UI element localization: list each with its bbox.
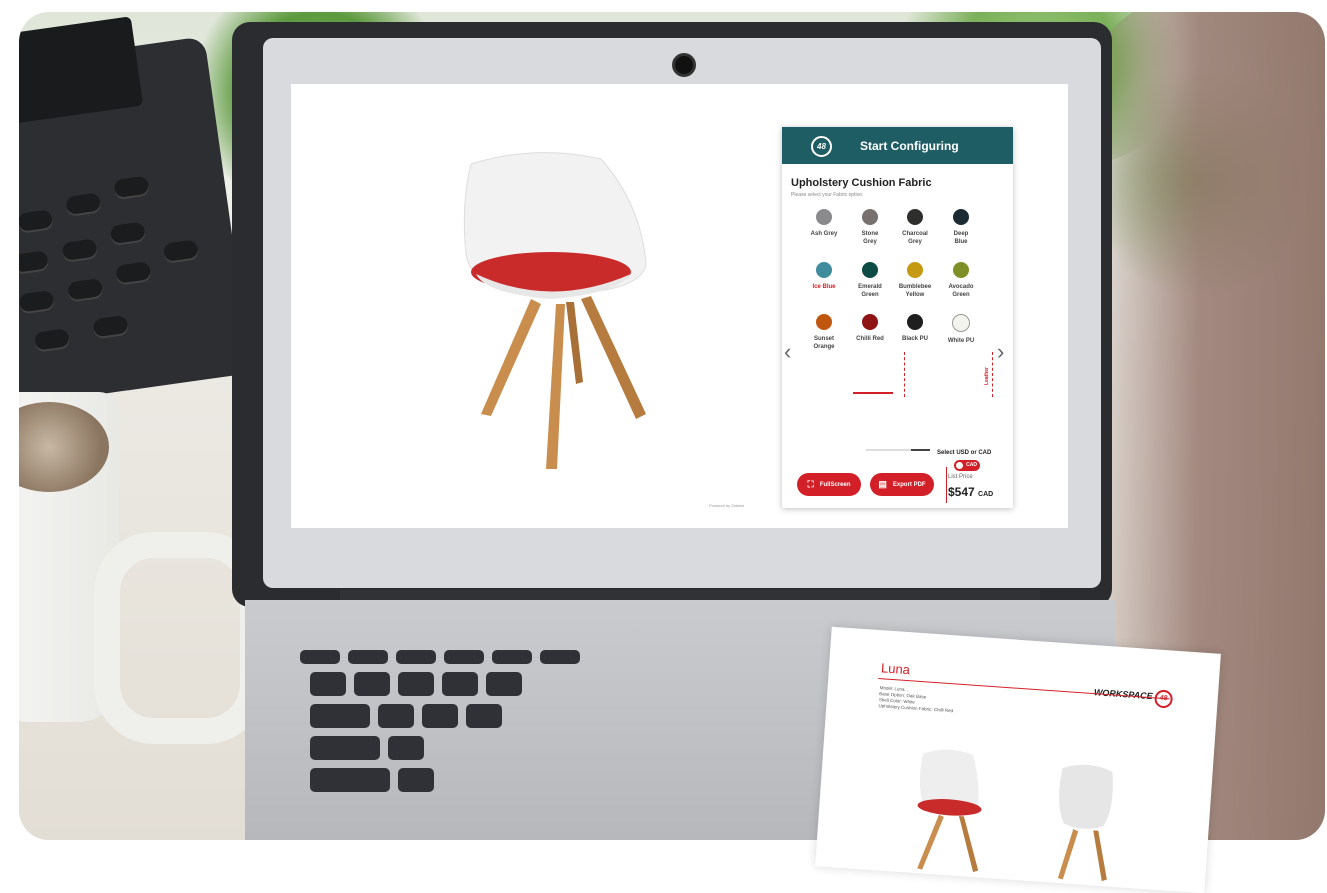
pdf-export-document: Luna WORKSPACE48 Model: Luna... Base Opt… — [815, 626, 1221, 893]
configurator-panel: 48 Start Configuring Upholstery Cushion … — [782, 127, 1013, 508]
swatch-label: Emerald — [858, 284, 882, 290]
swatch-label: Grey — [863, 239, 877, 245]
swatch-color — [907, 262, 923, 278]
fabric-swatch[interactable]: Avocado Green — [939, 262, 983, 299]
swatch-color — [953, 262, 969, 278]
swatch-label: White PU — [947, 338, 975, 344]
currency-label: Select USD or CAD — [937, 450, 992, 456]
swatch-color — [862, 314, 878, 330]
swatch-label: Ice Blue — [812, 284, 836, 290]
swatch-label: Blue — [954, 239, 968, 245]
swatch-color — [816, 209, 832, 225]
powered-by: Powered by Zakeke — [709, 503, 745, 508]
divider — [992, 352, 993, 397]
fabric-swatch[interactable]: Ice Blue — [802, 262, 846, 291]
prev-arrow-icon[interactable]: ‹ — [784, 339, 791, 365]
price-divider — [946, 467, 947, 503]
swatch-label: Bumblebee — [898, 284, 932, 290]
fabric-swatch[interactable]: Emerald Green — [848, 262, 892, 299]
workspace48-logo-icon: 48 — [811, 136, 832, 157]
swatch-color — [862, 262, 878, 278]
swatch-label: Orange — [813, 344, 835, 350]
phone-screen — [19, 16, 144, 125]
fabric-swatch[interactable]: Bumblebee Yellow — [893, 262, 937, 299]
fabric-swatch[interactable]: Deep Blue — [939, 209, 983, 246]
pdf-chair-thumbnail — [917, 749, 982, 873]
currency-toggle[interactable]: CAD — [954, 460, 980, 471]
swatch-label: Stone — [861, 231, 879, 237]
fabric-swatch[interactable]: Chilli Red — [848, 314, 892, 343]
fullscreen-icon: ⛶ — [807, 479, 814, 489]
panel-header: 48 Start Configuring — [782, 127, 1013, 164]
fabric-swatch[interactable]: Ash Grey — [802, 209, 846, 238]
pdf-spec: Upholstery Cushion Fabric: Chilli Red — [878, 703, 954, 714]
fabric-swatch[interactable]: Charcoal Grey — [893, 209, 937, 246]
fabric-swatch[interactable]: White PU — [939, 314, 983, 345]
list-price-label: List Price — [948, 474, 973, 480]
swatch-label: Charcoal — [902, 231, 928, 237]
pdf-title: Luna — [880, 660, 911, 678]
app-screen: Powered by Zakeke 48 Start Configuring U… — [291, 84, 1068, 528]
fabric-swatch[interactable]: Stone Grey — [848, 209, 892, 246]
swatch-label: Grey — [908, 239, 922, 245]
fabric-swatch[interactable]: Sunset Orange — [802, 314, 846, 351]
selected-underline — [853, 392, 893, 394]
keyboard — [300, 650, 900, 840]
swatch-label: Green — [952, 292, 970, 298]
swatch-label: Chilli Red — [856, 336, 884, 342]
swatch-label: Yellow — [905, 292, 925, 298]
leather-label: Leather — [984, 367, 990, 386]
swatch-label: Avocado — [948, 284, 974, 290]
webcam-icon — [672, 53, 696, 77]
swatch-color — [862, 209, 878, 225]
step-progress — [866, 449, 930, 451]
pdf-chair-thumbnail — [1057, 764, 1113, 882]
fullscreen-button[interactable]: ⛶ FullScreen — [797, 473, 861, 496]
swatch-color — [816, 262, 832, 278]
swatch-label: Sunset — [813, 336, 834, 342]
price-value: $547 CAD — [948, 485, 994, 499]
swatch-label: Deep — [953, 231, 969, 237]
fabric-swatch[interactable]: Black PU — [893, 314, 937, 343]
swatch-color — [816, 314, 832, 330]
next-arrow-icon[interactable]: › — [997, 339, 1004, 365]
divider — [904, 352, 905, 397]
swatch-color — [907, 209, 923, 225]
swatch-color — [952, 314, 970, 332]
section-title: Upholstery Cushion Fabric — [791, 177, 932, 189]
chair-3d-preview[interactable] — [441, 144, 671, 474]
swatch-label: Black PU — [901, 336, 928, 342]
export-pdf-button[interactable]: ▤ Export PDF — [870, 473, 934, 496]
swatch-label: Green — [861, 292, 879, 298]
panel-title: Start Configuring — [860, 139, 959, 153]
swatch-label: Ash Grey — [810, 231, 838, 237]
swatch-color — [953, 209, 969, 225]
section-subtitle: Please select your Fabric option. — [791, 192, 864, 198]
pdf-icon: ▤ — [878, 479, 887, 489]
swatch-color — [907, 314, 923, 330]
